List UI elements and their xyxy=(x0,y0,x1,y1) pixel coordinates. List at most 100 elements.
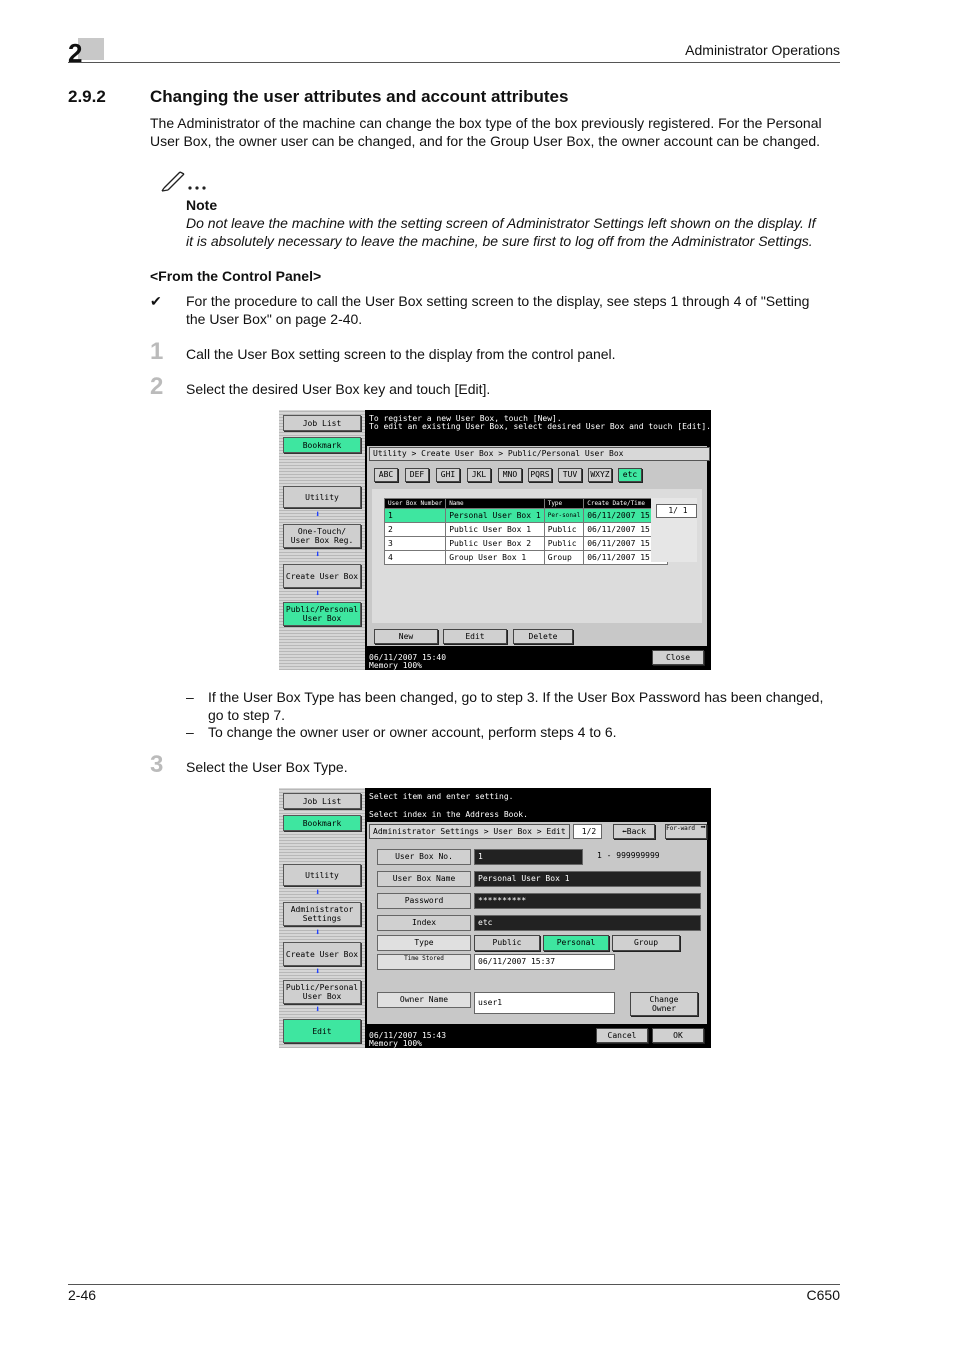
screen-message: Select item and enter setting. xyxy=(369,792,514,801)
model-name: C650 xyxy=(806,1287,840,1303)
delete-button[interactable]: Delete xyxy=(513,629,573,644)
arrow-down-icon: ⬇ xyxy=(315,550,321,560)
status-bar: 06/11/2007 15:43 Memory 100% xyxy=(369,1031,447,1048)
col-header: Name xyxy=(445,498,545,509)
administrator-settings-button[interactable]: Administrator Settings xyxy=(283,902,361,926)
screen-message: Select index in the Address Book. xyxy=(369,810,528,819)
owner-name-value: user1 xyxy=(474,992,615,1014)
screenshot-user-box-list: Job List Bookmark Utility ⬇ One-Touch/Us… xyxy=(279,410,711,670)
bookmark-button[interactable]: Bookmark xyxy=(283,437,361,453)
type-personal-button[interactable]: Personal xyxy=(543,935,609,951)
owner-name-label: Owner Name xyxy=(377,992,471,1008)
edit-side-button[interactable]: Edit xyxy=(283,1019,361,1043)
step-number: 1 xyxy=(150,338,164,365)
section-number: 2.9.2 xyxy=(68,87,106,106)
time-stored-value: 06/11/2007 15:37 xyxy=(474,954,615,970)
arrow-down-icon: ⬇ xyxy=(315,1005,321,1015)
table-row[interactable]: 4 Group User Box 1 Group 06/11/2007 15:40 xyxy=(383,550,669,565)
breadcrumb: Administrator Settings > User Box > Edit xyxy=(369,824,570,839)
user-box-name-field[interactable]: Personal User Box 1 xyxy=(474,871,701,887)
close-button[interactable]: Close xyxy=(652,650,704,665)
subheading: <From the Control Panel> xyxy=(150,268,322,284)
page-indicator: 1/ 1 xyxy=(656,504,697,518)
index-key-abc[interactable]: ABC xyxy=(374,468,398,482)
ok-button[interactable]: OK xyxy=(652,1028,704,1043)
index-button[interactable]: Index xyxy=(377,915,471,931)
index-key-pqrs[interactable]: PQRS xyxy=(528,468,552,482)
type-label: Type xyxy=(377,935,471,951)
col-header: Type xyxy=(543,498,585,509)
public-personal-button[interactable]: Public/Personal User Box xyxy=(283,980,361,1004)
check-mark: ✔ xyxy=(150,293,162,309)
bullet-text: If the User Box Type has been changed, g… xyxy=(208,689,824,723)
bookmark-button[interactable]: Bookmark xyxy=(283,815,361,831)
job-list-button[interactable]: Job List xyxy=(283,793,361,809)
table-row[interactable]: 2 Public User Box 1 Public 06/11/2007 15:38 xyxy=(383,522,669,537)
type-group-button[interactable]: Group xyxy=(612,935,680,951)
arrow-down-icon: ⬇ xyxy=(315,589,321,599)
password-button[interactable]: Password xyxy=(377,893,471,909)
bullet-text: To change the owner user or owner accoun… xyxy=(208,724,617,740)
step-text: Select the desired User Box key and touc… xyxy=(186,381,491,397)
arrow-down-icon: ⬇ xyxy=(315,510,321,520)
index-key-def[interactable]: DEF xyxy=(405,468,429,482)
user-box-no-range: 1 - 999999999 xyxy=(597,851,660,860)
user-box-no-label: User Box No. xyxy=(377,849,471,865)
new-button[interactable]: New xyxy=(374,629,438,644)
cancel-button[interactable]: Cancel xyxy=(596,1028,648,1043)
password-field[interactable]: ********** xyxy=(474,893,701,909)
index-key-jkl[interactable]: JKL xyxy=(467,468,491,482)
section-title: Changing the user attributes and account… xyxy=(150,87,569,106)
index-key-etc[interactable]: etc xyxy=(618,468,642,482)
utility-button[interactable]: Utility xyxy=(283,864,361,886)
bullet-dash: – xyxy=(186,724,194,740)
header-rule xyxy=(68,62,840,63)
utility-button[interactable]: Utility xyxy=(283,486,361,508)
index-key-tuv[interactable]: TUV xyxy=(558,468,582,482)
user-box-name-button[interactable]: User Box Name xyxy=(377,871,471,887)
time-stored-label: Time Stored xyxy=(377,954,471,970)
index-field[interactable]: etc xyxy=(474,915,701,931)
public-personal-button[interactable]: Public/Personal User Box xyxy=(283,602,361,626)
arrow-right-icon: ➡ xyxy=(695,823,706,833)
type-public-button[interactable]: Public xyxy=(474,935,540,951)
chapter-number: 2 xyxy=(68,38,83,68)
screenshot-user-box-edit: Job List Bookmark Utility ⬇ Administrato… xyxy=(279,788,711,1048)
table-row[interactable]: 3 Public User Box 2 Public 06/11/2007 15:39 xyxy=(383,536,669,551)
arrow-down-icon: ⬇ xyxy=(315,928,321,938)
index-key-wxyz[interactable]: WXYZ xyxy=(588,468,612,482)
step-number: 3 xyxy=(150,751,164,778)
arrow-down-icon: ⬇ xyxy=(315,967,321,977)
job-list-button[interactable]: Job List xyxy=(283,415,361,431)
screen-message: To edit an existing User Box, select des… xyxy=(369,422,711,431)
one-touch-button[interactable]: One-Touch/User Box Reg. xyxy=(283,524,361,548)
running-header: Administrator Operations xyxy=(685,42,840,58)
step-text: Select the User Box Type. xyxy=(186,759,348,775)
index-key-ghi[interactable]: GHI xyxy=(436,468,460,482)
step-number: 2 xyxy=(150,373,164,400)
index-key-mno[interactable]: MNO xyxy=(498,468,522,482)
note-label: Note xyxy=(186,197,218,213)
status-bar: 06/11/2007 15:40 Memory 100% xyxy=(369,653,447,670)
footer-rule xyxy=(68,1284,840,1285)
create-user-box-button[interactable]: Create User Box xyxy=(283,564,361,588)
bullet-dash: – xyxy=(186,689,194,705)
page-indicator: 1/2 xyxy=(573,824,602,839)
pencil-note-icon xyxy=(161,171,206,192)
col-header: User Box Number xyxy=(383,498,447,509)
back-button[interactable]: ⬅Back xyxy=(613,824,655,839)
user-box-table: User Box Number Name Type Create Date/Ti… xyxy=(383,498,669,565)
check-text: For the procedure to call the User Box s… xyxy=(186,293,810,327)
note-text: Do not leave the machine with the settin… xyxy=(186,215,816,249)
intro-paragraph: The Administrator of the machine can cha… xyxy=(150,115,822,149)
create-user-box-button[interactable]: Create User Box xyxy=(283,942,361,966)
edit-button[interactable]: Edit xyxy=(443,629,507,644)
user-box-no-field[interactable]: 1 xyxy=(474,849,583,865)
table-row[interactable]: 1 Personal User Box 1 Per-sonal 06/11/2007 … xyxy=(383,508,669,523)
page-number: 2-46 xyxy=(68,1287,97,1303)
breadcrumb: Utility > Create User Box > Public/Perso… xyxy=(369,447,710,461)
change-owner-button[interactable]: Change Owner xyxy=(630,992,698,1016)
forward-button[interactable]: For-ward ➡ xyxy=(665,824,707,839)
step-text: Call the User Box setting screen to the … xyxy=(186,346,616,362)
arrow-down-icon: ⬇ xyxy=(315,888,321,898)
